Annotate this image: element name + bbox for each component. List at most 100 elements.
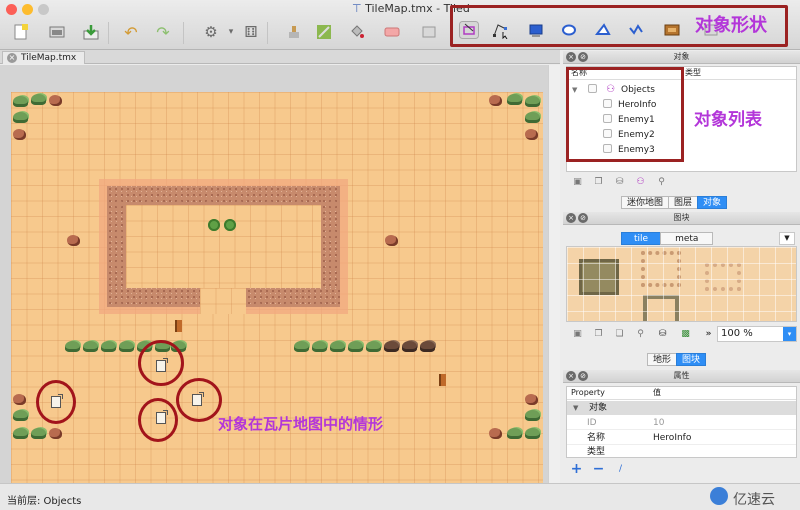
watermark-text: 亿速云 [733, 492, 775, 508]
close-window-button[interactable] [6, 4, 17, 15]
wall-bottom-right [246, 288, 340, 307]
edit-property-icon[interactable]: / [614, 462, 627, 475]
add-property-icon[interactable]: + [570, 461, 583, 477]
tileset-menu-button[interactable]: ▼ [779, 232, 795, 245]
property-key: 类型 [587, 447, 606, 457]
tab-minimap[interactable]: 迷你地图 [621, 196, 670, 209]
zoom-value: 100 % [721, 328, 753, 339]
select-objects-icon[interactable] [458, 20, 480, 40]
tab-tiles[interactable]: 图块 [676, 353, 707, 366]
rock-tile [525, 129, 538, 140]
property-row[interactable]: 类型 [567, 445, 796, 457]
duplicate-icon[interactable]: ❐ [592, 175, 605, 188]
insert-rectangle-icon[interactable] [525, 20, 547, 40]
bush-tile [420, 341, 435, 352]
tileset-image-icon[interactable]: ▩ [679, 327, 692, 340]
map-annotation: 对象在瓦片地图中的情形 [218, 415, 384, 433]
tab-label: TileMap.tmx [21, 53, 77, 63]
bush-tile [402, 341, 417, 352]
object-circle-highlight [138, 340, 184, 386]
delete-tileset-icon[interactable]: ⛁ [656, 327, 669, 340]
database-icon[interactable]: ⛁ [613, 175, 626, 188]
toolbar-separator [108, 22, 109, 44]
zoom-window-button[interactable] [38, 4, 49, 15]
stamp-brush-icon[interactable] [283, 22, 305, 42]
import-tileset-icon[interactable]: ❐ [592, 327, 605, 340]
tile-map-canvas[interactable]: 对象在瓦片地图中的情形 [11, 92, 543, 483]
open-file-icon[interactable] [46, 22, 68, 42]
new-tileset-icon[interactable]: ▣ [571, 327, 584, 340]
property-value[interactable]: HeroInfo [653, 431, 691, 445]
object-icon[interactable]: ⚇ [634, 175, 647, 188]
remove-property-icon[interactable]: − [592, 461, 605, 477]
properties-panel-header: × ⊘ 属性 [563, 370, 800, 383]
bush-tile [525, 96, 540, 107]
minimize-window-button[interactable] [22, 4, 33, 15]
bush-tile [525, 410, 540, 421]
tileset-panel-header: × ⊘ 图块 [563, 212, 800, 225]
edit-polygons-icon[interactable] [490, 20, 512, 40]
add-layer-icon[interactable]: ▣ [571, 175, 584, 188]
map-vertical-scrollbar[interactable] [548, 65, 560, 483]
wall-gap [200, 288, 246, 314]
tab-objects[interactable]: 对象 [697, 196, 728, 209]
new-file-icon[interactable] [10, 22, 32, 42]
float-panel-icon[interactable]: ⊘ [578, 371, 588, 381]
object-circle-highlight [176, 378, 222, 422]
bush-tile [507, 94, 522, 105]
dropdown-arrow-icon[interactable]: ▾ [220, 22, 242, 42]
insert-polyline-icon[interactable] [625, 20, 647, 40]
redo-icon[interactable]: ↷ [152, 22, 174, 42]
stamp-icon[interactable]: ⚙ [200, 22, 222, 42]
terrain-brush-icon[interactable] [313, 22, 335, 42]
insert-tile-icon[interactable] [661, 20, 683, 40]
column-type: 类型 [685, 68, 701, 77]
close-panel-icon[interactable]: × [566, 371, 576, 381]
chevron-down-icon[interactable]: ▾ [783, 327, 796, 341]
rock-tile [13, 129, 26, 140]
property-key: 名称 [587, 433, 606, 443]
tileset-bottom-tabs: 地形 图块 [647, 353, 707, 366]
map-view[interactable]: 对象在瓦片地图中的情形 [0, 65, 560, 483]
properties-icon[interactable]: ⚲ [655, 175, 668, 188]
rect-select-icon[interactable] [418, 22, 440, 42]
melon-tile [208, 219, 220, 231]
close-panel-icon[interactable]: × [566, 52, 576, 62]
eraser-icon[interactable] [381, 22, 403, 42]
object-list-annotation: 对象列表 [694, 110, 762, 130]
bush-tile [384, 341, 399, 352]
signpost-tile [175, 320, 182, 332]
property-row[interactable]: 名称 HeroInfo [567, 431, 796, 445]
insert-polygon-icon[interactable] [592, 20, 614, 40]
bush-tile [119, 341, 134, 352]
tab-meta[interactable]: meta [660, 232, 714, 245]
tab-tilemap[interactable]: × TileMap.tmx [2, 51, 86, 64]
close-tab-icon[interactable]: × [7, 53, 17, 63]
column-property: Property [571, 388, 605, 397]
float-panel-icon[interactable]: ⊘ [578, 213, 588, 223]
wall-top [107, 186, 340, 205]
tileset-properties-icon[interactable]: ⚲ [634, 327, 647, 340]
float-panel-icon[interactable]: ⊘ [578, 52, 588, 62]
object-circle-highlight [138, 398, 178, 442]
zoom-select[interactable]: 100 % ▾ [717, 326, 797, 342]
tileset-view[interactable] [566, 246, 797, 322]
bush-tile [507, 428, 522, 439]
rock-tile [385, 235, 398, 246]
undo-icon[interactable]: ↶ [120, 22, 142, 42]
dice-icon[interactable]: ⚅ [240, 22, 262, 42]
tab-layers[interactable]: 图层 [668, 196, 699, 209]
bucket-fill-icon[interactable] [346, 22, 368, 42]
tab-terrain[interactable]: 地形 [647, 353, 678, 366]
expand-arrow-icon[interactable]: ▼ [573, 401, 578, 415]
tab-tile[interactable]: tile [621, 232, 662, 245]
insert-ellipse-icon[interactable] [558, 20, 580, 40]
window-toolbar: ⊤ TileMap.tmx - Tiled ↶ ↷ ⚙ ▾ ⚅ 对象形状 [0, 0, 800, 50]
more-tools-icon[interactable]: » [702, 327, 715, 340]
toolbar-separator [267, 22, 268, 44]
save-icon[interactable] [80, 22, 102, 42]
export-tileset-icon[interactable]: ❏ [613, 327, 626, 340]
property-group[interactable]: ▼ 对象 [567, 401, 796, 415]
close-panel-icon[interactable]: × [566, 213, 576, 223]
objects-panel-header: × ⊘ 对象 [563, 51, 800, 64]
